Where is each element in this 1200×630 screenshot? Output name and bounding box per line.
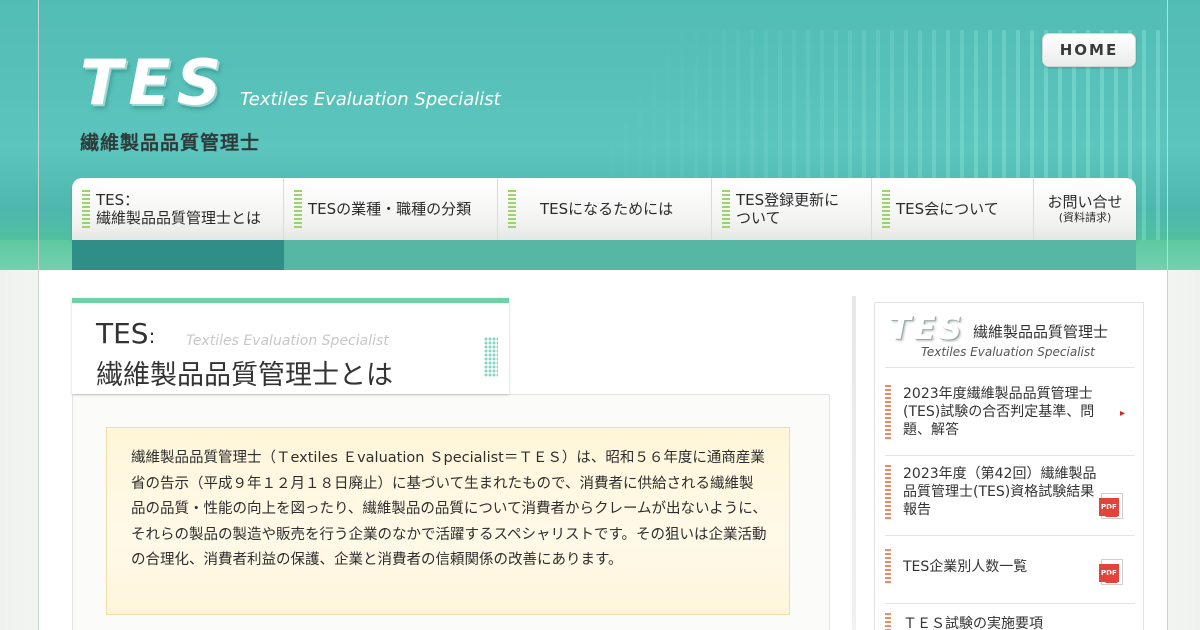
- nav-item-contact-label: お問い合せ (資料請求): [1047, 175, 1122, 242]
- site-logo-subtitle: Textiles Evaluation Specialist: [240, 89, 501, 110]
- sidebar-item-exam-guidelines[interactable]: ＴＥＳ試験の実施要項: [885, 613, 1135, 630]
- page-title-prefix: TES:: [96, 317, 156, 350]
- nav-item-sublabel: (資料請求): [1058, 211, 1112, 225]
- pdf-icon[interactable]: [1099, 493, 1123, 519]
- main-nav: TES： 繊維製品品質管理士とは TESの業種・職種の分類 TESになるためには…: [72, 178, 1136, 240]
- home-button[interactable]: HOME: [1042, 33, 1136, 67]
- page-title: 繊維製品品質管理士とは: [96, 360, 393, 391]
- nav-marker-icon: [882, 190, 890, 228]
- divider: [885, 603, 1135, 604]
- sidebar: TES 繊維製品品質管理士 Textiles Evaluation Specia…: [874, 302, 1144, 630]
- nav-active-indicator: [72, 240, 284, 270]
- arrow-icon: ▸: [1119, 408, 1125, 419]
- pdf-icon[interactable]: [1099, 559, 1123, 585]
- nav-marker-icon: [722, 190, 730, 228]
- divider: [885, 367, 1135, 368]
- column-divider: [852, 296, 856, 630]
- sidebar-item-company-count[interactable]: TES企業別人数一覧: [885, 549, 1135, 585]
- sidebar-item-label: 2023年度繊維製品品質管理士(TES)試験の合否判定基準、問題、解答: [903, 386, 1095, 438]
- sidebar-title: 繊維製品品質管理士: [973, 323, 1109, 341]
- divider: [885, 535, 1135, 536]
- intro-text-box: 繊維製品品質管理士（Ｔextiles Ｅvaluation Ｓpecialist…: [106, 427, 790, 615]
- nav-item-label: TES会について: [896, 200, 999, 218]
- nav-item-label: TES： 繊維製品品質管理士とは: [96, 191, 262, 227]
- divider: [885, 455, 1135, 456]
- intro-paragraph: 繊維製品品質管理士（Ｔextiles Ｅvaluation Ｓpecialist…: [131, 450, 767, 568]
- dots-decoration-icon: [484, 337, 498, 377]
- sidebar-subtitle: Textiles Evaluation Specialist: [921, 345, 1095, 359]
- site-logo-jp: 繊維製品品質管理士: [80, 132, 261, 154]
- sidebar-item-label: TES企業別人数一覧: [903, 559, 1028, 575]
- nav-marker-icon: [508, 190, 516, 228]
- nav-item-how-to-become[interactable]: TESになるためには: [498, 178, 712, 240]
- nav-item-label: お問い合せ: [1047, 193, 1123, 212]
- page-title-box: TES: Textiles Evaluation Specialist 繊維製品…: [72, 298, 509, 394]
- nav-item-classification[interactable]: TESの業種・職種の分類: [284, 178, 498, 240]
- list-marker-icon: [885, 385, 891, 441]
- nav-marker-icon: [82, 190, 90, 228]
- sidebar-item-label: 2023年度（第42回）繊維製品品質管理士(TES)資格試験結果報告: [903, 466, 1097, 518]
- nav-item-about[interactable]: TES： 繊維製品品質管理士とは: [72, 178, 284, 240]
- nav-item-renewal[interactable]: TES登録更新に ついて: [712, 178, 872, 240]
- list-marker-icon: [885, 613, 891, 630]
- nav-item-label: TESの業種・職種の分類: [308, 200, 472, 218]
- sidebar-item-exam-criteria[interactable]: 2023年度繊維製品品質管理士(TES)試験の合否判定基準、問題、解答 ▸: [885, 385, 1135, 441]
- nav-item-contact[interactable]: お問い合せ (資料請求): [1034, 178, 1136, 240]
- page-title-english: Textiles Evaluation Specialist: [186, 333, 389, 349]
- sidebar-logo: TES: [889, 309, 965, 347]
- list-marker-icon: [885, 465, 891, 521]
- sidebar-item-label: ＴＥＳ試験の実施要項: [903, 616, 1043, 630]
- sidebar-item-exam-report[interactable]: 2023年度（第42回）繊維製品品質管理士(TES)資格試験結果報告: [885, 465, 1135, 521]
- nav-item-label: TESになるためには: [540, 200, 674, 218]
- nav-item-association[interactable]: TES会について: [872, 178, 1034, 240]
- list-marker-icon: [885, 549, 891, 585]
- nav-item-label: TES登録更新に ついて: [736, 191, 840, 227]
- nav-marker-icon: [294, 190, 302, 228]
- site-logo[interactable]: TES: [80, 46, 227, 119]
- nav-underbar: [284, 240, 1136, 270]
